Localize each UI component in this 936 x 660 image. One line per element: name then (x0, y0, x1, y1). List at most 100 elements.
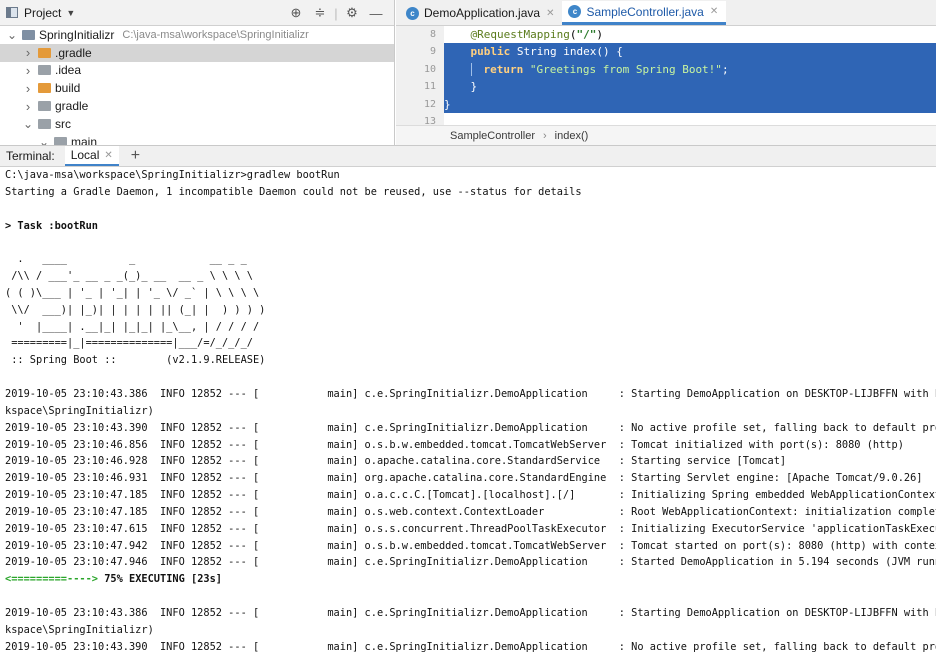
breadcrumb-separator-icon: › (542, 129, 547, 142)
terminal-line: Starting a Gradle Daemon, 1 incompatible… (5, 185, 582, 198)
line-number: 10 (423, 63, 436, 75)
line-number: 11 (423, 81, 436, 93)
tree-item[interactable]: ⌄ SpringInitializr C:\java-msa\workspace\S… (0, 26, 394, 44)
close-icon[interactable]: ✕ (710, 6, 718, 17)
new-terminal-icon[interactable]: + (131, 147, 140, 165)
line-number-gutter: 8 9 10 11 12 13 (396, 26, 444, 127)
chevron-right-icon[interactable]: › (22, 99, 34, 114)
chevron-right-icon[interactable]: › (22, 81, 34, 96)
terminal-line: 2019-10-05 23:10:43.386 INFO 12852 --- [… (5, 606, 936, 619)
code-line[interactable]: } (444, 95, 936, 113)
folder-icon (54, 136, 67, 145)
terminal-line: 2019-10-05 23:10:47.946 INFO 12852 --- [… (5, 556, 936, 569)
breadcrumb-class[interactable]: SampleController (450, 130, 535, 142)
chevron-down-icon[interactable]: ⌄ (22, 117, 34, 131)
close-icon[interactable]: ✕ (546, 8, 554, 19)
terminal-line: 2019-10-05 23:10:43.386 INFO 12852 --- [… (5, 387, 936, 400)
tab-terminal-local[interactable]: Local ✕ (64, 146, 119, 166)
project-tree: ⌄ SpringInitializr C:\java-msa\workspace\S… (0, 26, 394, 145)
terminal-line: 2019-10-05 23:10:47.185 INFO 12852 --- [… (5, 489, 936, 502)
chevron-down-icon[interactable]: ▼ (66, 8, 75, 18)
java-class-icon: c (406, 6, 419, 20)
terminal-line: =========|_|==============|___/=/_/_/_/ (5, 337, 253, 350)
terminal-output[interactable]: C:\java-msa\workspace\SpringInitializr>g… (0, 167, 936, 660)
terminal-line: 2019-10-05 23:10:46.928 INFO 12852 --- [… (5, 455, 787, 468)
java-class-icon: c (568, 5, 582, 18)
folder-icon (22, 29, 35, 40)
terminal-line: 2019-10-05 23:10:46.856 INFO 12852 --- [… (5, 438, 904, 451)
line-number: 9 (429, 46, 436, 58)
editor-tab-label: DemoApplication.java (424, 6, 541, 20)
code-area[interactable]: 8 9 10 11 12 13 @RequestMapping("/") public S… (396, 26, 936, 127)
terminal-line: 2019-10-05 23:10:43.390 INFO 12852 --- [… (5, 640, 936, 653)
project-panel: Project ▼ ⊕ ≑ | ⚙ — ⌄ SpringInitializr C:\… (0, 0, 395, 145)
editor-tab[interactable]: c DemoApplication.java ✕ (400, 1, 562, 25)
editor-tab[interactable]: c SampleController.java ✕ (562, 1, 727, 25)
progress-bar: <=========----> (5, 573, 98, 586)
terminal-line: 2019-10-05 23:10:47.942 INFO 12852 --- [… (5, 539, 936, 552)
terminal-line: 2019-10-05 23:10:47.615 INFO 12852 --- [… (5, 522, 936, 535)
code-lines[interactable]: @RequestMapping("/") public String index… (444, 26, 936, 130)
project-panel-tools: ⊕ ≑ | ⚙ — (284, 0, 388, 26)
tree-item-label: main (71, 134, 98, 145)
progress-status: 75% EXECUTING [23s] (98, 573, 222, 586)
terminal-line: kspace\SpringInitializr) (5, 404, 154, 417)
tree-item[interactable]: ⌄ main (0, 133, 394, 145)
terminal-title: Terminal: (6, 149, 55, 163)
folder-icon (38, 118, 51, 129)
line-number: 8 (429, 29, 436, 40)
tree-item[interactable]: › build (0, 79, 394, 97)
terminal-line: /\\ / ___'_ __ _ _(_)_ __ __ _ \ \ \ \ (5, 270, 253, 283)
terminal-tab-label: Local (70, 148, 100, 162)
folder-icon (38, 101, 51, 112)
chevron-down-icon[interactable]: ⌄ (38, 135, 50, 145)
close-icon[interactable]: ✕ (104, 150, 112, 161)
terminal-line: :: Spring Boot :: (v2.1.9.RELEASE) (5, 354, 266, 367)
terminal-line: 2019-10-05 23:10:47.185 INFO 12852 --- [… (5, 505, 936, 518)
project-panel-title[interactable]: Project (24, 6, 61, 20)
terminal-line: 2019-10-05 23:10:46.931 INFO 12852 --- [… (5, 472, 923, 485)
chevron-right-icon[interactable]: › (22, 45, 34, 60)
divider: | (334, 5, 338, 21)
terminal-line: > Task :bootRun (5, 219, 98, 232)
tree-item-path: C:\java-msa\workspace\SpringInitializr (122, 28, 309, 41)
breadcrumb-method[interactable]: index() (555, 130, 589, 142)
tree-item[interactable]: › gradle (0, 97, 394, 115)
chevron-right-icon[interactable]: › (22, 63, 34, 78)
chevron-down-icon[interactable]: ⌄ (6, 28, 18, 42)
tree-item-label: .idea (55, 63, 82, 78)
terminal-line: 2019-10-05 23:10:43.390 INFO 12852 --- [… (5, 421, 936, 434)
tree-item[interactable]: › .idea (0, 62, 394, 80)
gear-icon[interactable]: ⚙ (340, 5, 364, 21)
locate-icon[interactable]: ⊕ (284, 5, 308, 21)
tree-item[interactable]: ⌄ src (0, 115, 394, 133)
terminal-line: . ____ _ __ _ _ (5, 253, 247, 266)
code-line[interactable]: } (444, 78, 936, 96)
tree-item-label: .gradle (55, 45, 92, 60)
terminal-line: C:\java-msa\workspace\SpringInitializr>g… (5, 169, 340, 181)
terminal-header: Terminal: Local ✕ + (0, 145, 936, 167)
progress-line: <=========----> 75% EXECUTING [23s] (5, 571, 936, 588)
collapse-all-icon[interactable]: ≑ (308, 5, 332, 21)
project-panel-header[interactable]: Project ▼ ⊕ ≑ | ⚙ — (0, 0, 394, 26)
editor-tabs: c DemoApplication.java ✕ c SampleController.… (396, 0, 936, 26)
editor-tab-label: SampleController.java (586, 4, 704, 19)
code-line[interactable]: return "Greetings from Spring Boot!"; (444, 60, 936, 79)
line-number: 12 (423, 98, 436, 110)
minimize-icon[interactable]: — (364, 6, 388, 21)
terminal-line: kspace\SpringInitializr) (5, 623, 154, 636)
code-line[interactable]: @RequestMapping("/") (444, 26, 936, 43)
tree-item-label: build (55, 81, 81, 96)
editor-panel: c DemoApplication.java ✕ c SampleController.… (396, 0, 936, 145)
tree-item[interactable]: › .gradle (0, 43, 394, 62)
breadcrumb: SampleController › index() (396, 125, 936, 145)
tree-item-label: src (55, 116, 71, 131)
code-line[interactable]: public String index() { (444, 43, 936, 61)
terminal-line: ' |____| .__|_| |_|_| |_\__, | / / / / (5, 320, 260, 333)
folder-icon (38, 47, 51, 58)
terminal-line: ( ( )\___ | '_ | '_| | '_ \/ _` | \ \ \ … (5, 286, 260, 299)
folder-icon (38, 83, 51, 94)
